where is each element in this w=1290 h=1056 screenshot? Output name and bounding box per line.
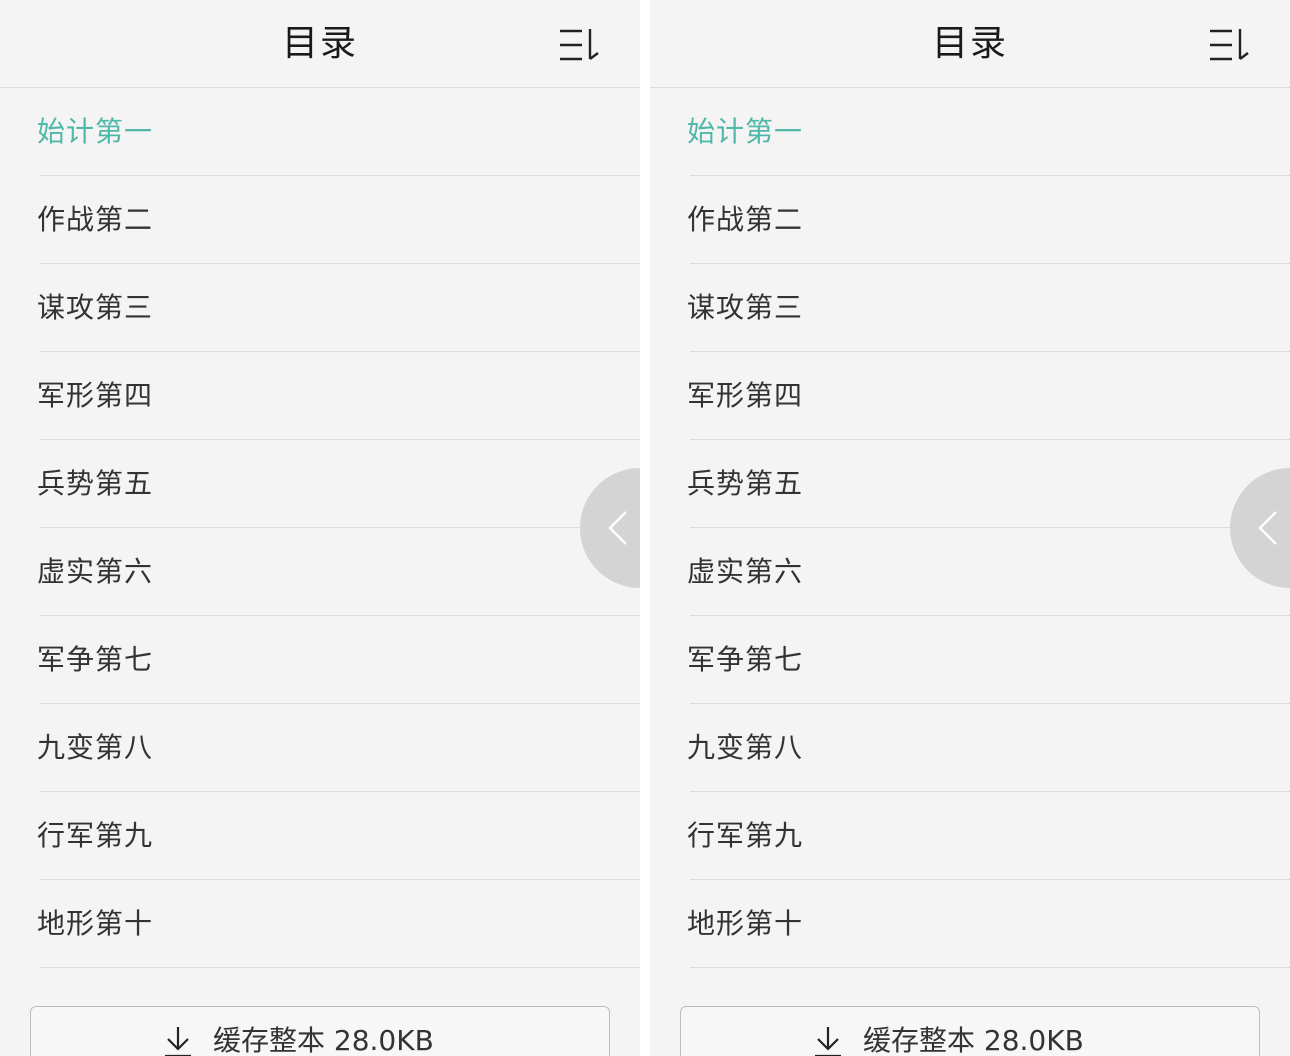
chevron-left-icon	[1258, 511, 1277, 545]
chapter-label: 行军第九	[37, 819, 154, 852]
download-icon	[165, 1027, 191, 1056]
chapter-item[interactable]: 作战第二	[650, 176, 1290, 264]
sort-button[interactable]	[1206, 26, 1252, 64]
chapter-item[interactable]: 地形第十	[0, 880, 640, 968]
chapter-label: 军争第七	[37, 643, 154, 676]
chapter-label: 虚实第六	[687, 555, 804, 588]
chapter-item[interactable]: 军争第七	[650, 616, 1290, 704]
chapter-label: 始计第一	[37, 115, 154, 148]
chapter-item[interactable]: 始计第一	[650, 88, 1290, 176]
chapter-item[interactable]: 地形第十	[650, 880, 1290, 968]
chapter-item[interactable]: 九变第八	[650, 704, 1290, 792]
chapter-item[interactable]: 军形第四	[650, 352, 1290, 440]
chapter-label: 兵势第五	[37, 467, 154, 500]
chapter-label: 行军第九	[687, 819, 804, 852]
download-icon	[815, 1027, 841, 1056]
toc-header: 目录	[0, 0, 640, 88]
chapter-list: 始计第一 作战第二 谋攻第三 军形第四 兵势第五 虚实第六 军争第七 九变第八 …	[0, 88, 640, 968]
toc-header: 目录	[650, 0, 1290, 88]
chapter-label: 军争第七	[687, 643, 804, 676]
chapter-label: 谋攻第三	[687, 291, 804, 324]
chapter-item[interactable]: 兵势第五	[650, 440, 1290, 528]
chapter-item[interactable]: 虚实第六	[0, 528, 640, 616]
chapter-item[interactable]: 谋攻第三	[650, 264, 1290, 352]
chapter-item[interactable]: 九变第八	[0, 704, 640, 792]
chapter-item[interactable]: 虚实第六	[650, 528, 1290, 616]
chapter-item[interactable]: 军争第七	[0, 616, 640, 704]
chapter-label: 地形第十	[37, 907, 154, 940]
chapter-label: 作战第二	[687, 203, 804, 236]
chapter-label: 虚实第六	[37, 555, 154, 588]
chapter-label: 九变第八	[687, 731, 804, 764]
page-title: 目录	[281, 23, 358, 64]
chapter-label: 军形第四	[687, 379, 804, 412]
sort-button[interactable]	[556, 26, 602, 64]
sort-list-icon	[1210, 29, 1249, 61]
chapter-label: 谋攻第三	[37, 291, 154, 324]
chapter-list: 始计第一 作战第二 谋攻第三 军形第四 兵势第五 虚实第六 军争第七 九变第八 …	[650, 88, 1290, 968]
download-book-button[interactable]: 缓存整本 28.0KB	[680, 1006, 1260, 1056]
chapter-item[interactable]: 军形第四	[0, 352, 640, 440]
chapter-item[interactable]: 兵势第五	[0, 440, 640, 528]
download-label: 缓存整本 28.0KB	[863, 1024, 1084, 1056]
chapter-label: 军形第四	[37, 379, 154, 412]
chapter-label: 作战第二	[37, 203, 154, 236]
chapter-item[interactable]: 行军第九	[650, 792, 1290, 880]
chapter-item[interactable]: 作战第二	[0, 176, 640, 264]
chapter-item[interactable]: 谋攻第三	[0, 264, 640, 352]
chapter-label: 地形第十	[687, 907, 804, 940]
chapter-item[interactable]: 行军第九	[0, 792, 640, 880]
chapter-label: 九变第八	[37, 731, 154, 764]
toc-screen-left: 目录 始计第一 作战第二 谋攻第三 军形第四 兵势第五 虚实第六 军争第七 九变…	[0, 0, 640, 1056]
chapter-label: 始计第一	[687, 115, 804, 148]
page-title: 目录	[931, 23, 1008, 64]
download-book-button[interactable]: 缓存整本 28.0KB	[30, 1006, 610, 1056]
sort-list-icon	[560, 29, 599, 61]
chapter-label: 兵势第五	[687, 467, 804, 500]
chevron-left-icon	[608, 511, 627, 545]
chapter-item[interactable]: 始计第一	[0, 88, 640, 176]
toc-screen-right: 目录 始计第一 作战第二 谋攻第三 军形第四 兵势第五 虚实第六 军争第七 九变…	[650, 0, 1290, 1056]
download-label: 缓存整本 28.0KB	[213, 1024, 434, 1056]
